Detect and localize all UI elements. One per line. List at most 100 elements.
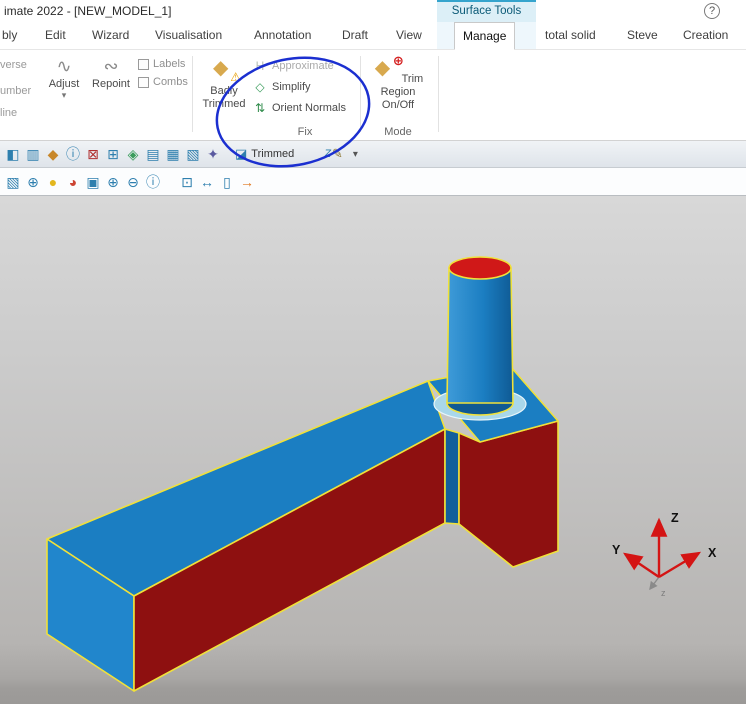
ruler-icon[interactable]: ↔ — [197, 172, 217, 192]
add-surface-icon[interactable]: ⊞ — [103, 144, 123, 164]
ribbon-item-simplify[interactable]: ◇ Simplify — [252, 76, 358, 97]
axis-z-small-label: z — [661, 588, 666, 598]
badly-trimmed-label: Badly Trimmed — [202, 85, 246, 110]
view-box-icon[interactable]: ▣ — [83, 172, 103, 192]
repoint-button[interactable]: ∾ Repoint — [88, 56, 134, 90]
axis-y-line — [623, 552, 660, 578]
sheet-icon[interactable]: ▧ — [183, 144, 203, 164]
globe-icon[interactable]: ⊕ — [23, 172, 43, 192]
combs-checkbox-label: Combs — [153, 76, 188, 88]
axis-y-label: Y — [612, 543, 621, 557]
trimmed-label: Trimmed — [251, 148, 295, 160]
title-bar: imate 2022 - [NEW_MODEL_1] Surface Tools… — [0, 0, 746, 22]
surface-diamond-icon: ◆ — [374, 57, 391, 79]
labels-checkbox[interactable]: Labels — [138, 58, 185, 70]
red-plus-icon: ⊕ — [392, 53, 404, 68]
surface-diamond-icon: ◆ — [213, 57, 229, 79]
model-notch-face[interactable] — [444, 428, 460, 525]
adjust-label: Adjust — [48, 78, 80, 90]
ribbon-separator — [360, 56, 361, 132]
ribbon-item-approximate: H Approximate — [252, 55, 358, 76]
tab-visualisation[interactable]: Visualisation — [155, 22, 222, 49]
ribbon-item-label: Simplify — [272, 80, 311, 93]
axis-triad[interactable]: Z X Y z — [612, 511, 717, 598]
combs-checkbox-box[interactable] — [138, 76, 149, 88]
toolbar-overflow-caret[interactable]: ▾ — [353, 149, 358, 160]
page-icon[interactable]: ▯ — [217, 172, 237, 192]
ribbon-item-label: Orient Normals — [272, 101, 346, 114]
help-button[interactable]: ? — [704, 3, 720, 19]
trim-region-icon: ◆ ⊕ — [373, 53, 404, 82]
viewport[interactable]: Z X Y z — [0, 196, 746, 704]
edit-annotation-button[interactable]: Z ✎ — [324, 146, 343, 162]
simplify-icon: ◇ — [255, 79, 265, 94]
repoint-label: Repoint — [92, 78, 130, 90]
ribbon-separator — [438, 56, 439, 132]
warning-icon: ⚠ — [230, 70, 241, 84]
star-icon[interactable]: ✦ — [203, 144, 223, 164]
labels-checkbox-box[interactable] — [138, 58, 149, 70]
info-icon[interactable]: ⓘ — [63, 144, 83, 164]
curve-edit-icon[interactable]: ◧ — [3, 144, 23, 164]
patch-icon[interactable]: ◆ — [43, 144, 63, 164]
approximate-icon: H — [255, 58, 265, 73]
badly-trimmed-button[interactable]: ◆ ⚠ Badly Trimmed — [198, 56, 250, 111]
tab-edit[interactable]: Edit — [45, 22, 66, 49]
info-icon[interactable]: ⓘ — [143, 172, 163, 192]
clipped-label-renumber: umber — [0, 85, 32, 97]
sphere-shaded-icon[interactable]: ◕ — [63, 172, 83, 192]
tab-steve[interactable]: Steve — [627, 22, 658, 49]
labels-checkbox-label: Labels — [153, 58, 186, 70]
axis-x-line — [658, 551, 702, 579]
z-letter: Z — [324, 148, 332, 160]
toolbar2-icon-group: ▧ ⊕ ● ◕ ▣ ⊕ ⊖ ⓘ ⊡ ↔ ▯ → — [3, 172, 257, 192]
contextual-tab-group-header: Surface Tools — [437, 0, 536, 22]
combs-checkbox[interactable]: Combs — [138, 76, 188, 88]
paste-sheet-icon[interactable]: ▦ — [163, 144, 183, 164]
select-surface-icon[interactable]: ▧ — [3, 172, 23, 192]
viewport-canvas[interactable]: Z X Y z — [0, 196, 746, 704]
tab-wizard[interactable]: Wizard — [92, 22, 129, 49]
fix-group-label: Fix — [297, 126, 313, 138]
diamond-icon[interactable]: ◈ — [123, 144, 143, 164]
copy-sheet-icon[interactable]: ▤ — [143, 144, 163, 164]
toolbar-row-2: ▧ ⊕ ● ◕ ▣ ⊕ ⊖ ⓘ ⊡ ↔ ▯ → — [0, 168, 746, 196]
ribbon-separator — [192, 56, 193, 132]
tab-bly[interactable]: bly — [2, 22, 17, 49]
surface-grid-icon[interactable]: ▥ — [23, 144, 43, 164]
application-window: imate 2022 - [NEW_MODEL_1] Surface Tools… — [0, 0, 746, 704]
model-cylinder-body[interactable] — [446, 267, 514, 404]
model-block-side-face[interactable] — [458, 420, 559, 568]
ribbon-item-label: Approximate — [272, 59, 334, 72]
tab-view[interactable]: View — [396, 22, 422, 49]
badly-trimmed-icon: ◆ ⚠ — [211, 56, 241, 84]
zoom-out-icon[interactable]: ⊖ — [123, 172, 143, 192]
tab-draft[interactable]: Draft — [342, 22, 368, 49]
export-arrow-icon[interactable]: → — [237, 172, 257, 192]
toolbar-row-1: ◧ ▥ ◆ ⓘ ⊠ ⊞ ◈ ▤ ▦ ▧ ✦ ◪ Trimmed Z ✎ ▾ — [0, 141, 746, 168]
tab-total-solid[interactable]: total solid — [545, 22, 596, 49]
orient-normals-icon: ⇅ — [254, 100, 266, 115]
zoom-page-icon[interactable]: ⊡ — [177, 172, 197, 192]
mode-group-label: Mode — [384, 126, 412, 138]
adjust-dropdown-caret[interactable]: ▾ — [42, 91, 86, 100]
tab-creation[interactable]: Creation — [683, 22, 728, 49]
axis-z-label: Z — [671, 511, 679, 525]
window-title: imate 2022 - [NEW_MODEL_1] — [4, 4, 172, 18]
tab-manage[interactable]: Manage — [454, 22, 516, 50]
clipped-label-line: line — [0, 107, 18, 119]
repoint-curve-icon: ∾ — [103, 56, 119, 76]
adjust-button[interactable]: ∿ Adjust ▾ — [42, 56, 86, 100]
axis-gray-line — [649, 576, 660, 591]
zoom-in-icon[interactable]: ⊕ — [103, 172, 123, 192]
ribbon: verse umber line ∿ Adjust ▾ ∾ Repoint La… — [0, 50, 746, 141]
toolbar1-icon-group: ◧ ▥ ◆ ⓘ ⊠ ⊞ ◈ ▤ ▦ ▧ ✦ — [3, 144, 223, 164]
model-cylinder-top-face[interactable] — [448, 256, 512, 280]
delete-grid-icon[interactable]: ⊠ — [83, 144, 103, 164]
clipped-label-reverse: verse — [0, 59, 27, 71]
sphere-yellow-icon[interactable]: ● — [43, 172, 63, 192]
ribbon-item-orient-normals[interactable]: ⇅ Orient Normals — [252, 97, 358, 118]
trim-region-button[interactable]: ◆ ⊕ Trim Region On/Off — [366, 53, 430, 112]
trimmed-toggle[interactable]: ◪ Trimmed — [235, 146, 294, 162]
tab-annotation[interactable]: Annotation — [254, 22, 311, 49]
